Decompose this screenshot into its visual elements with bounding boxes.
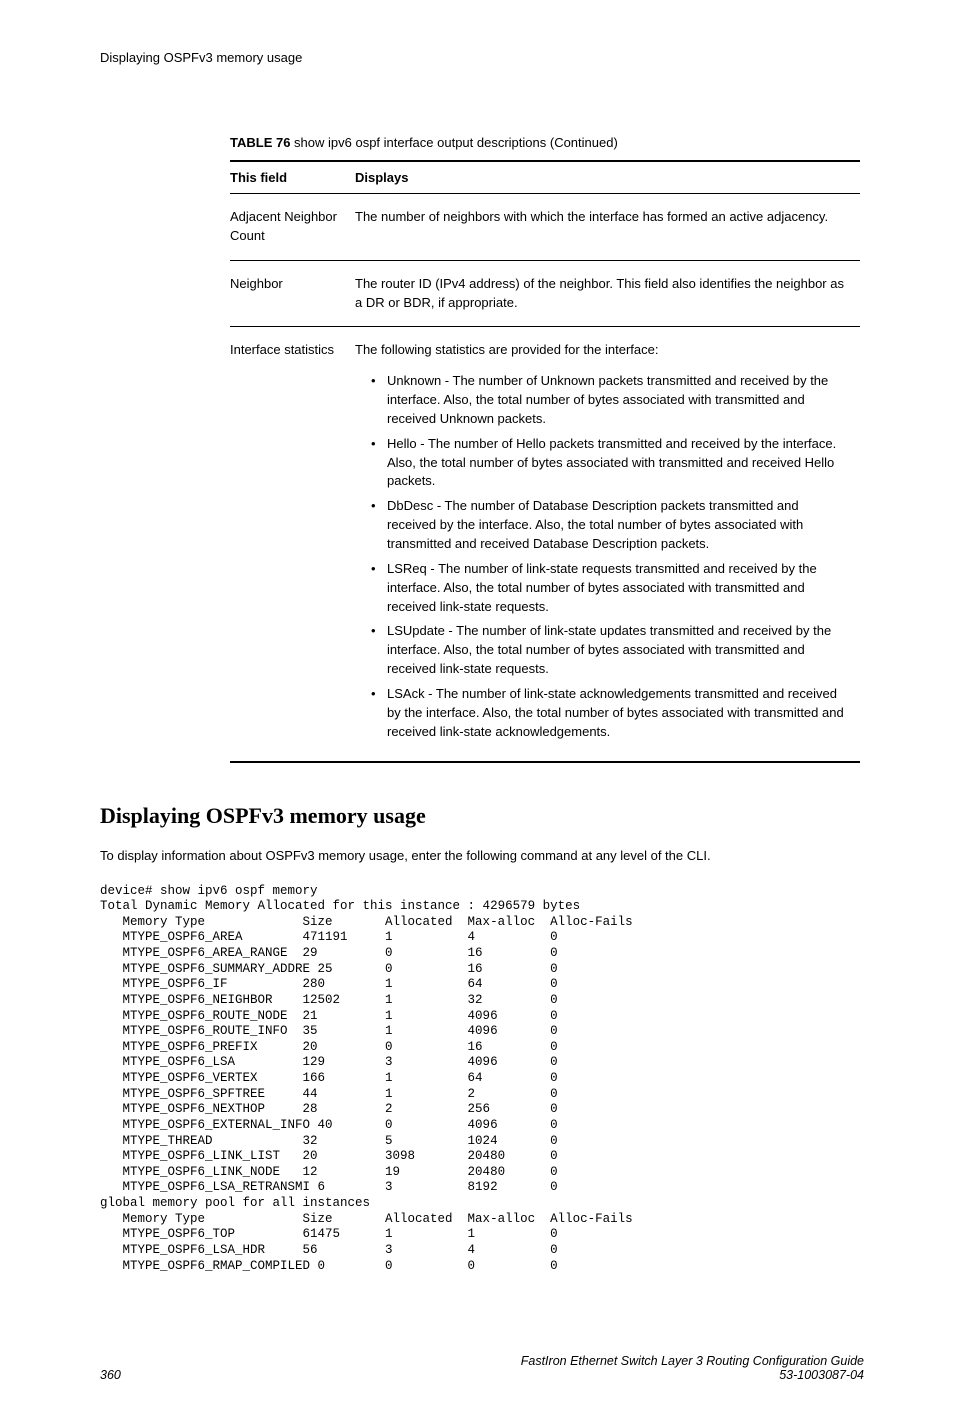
table-row: Adjacent Neighbor Count The number of ne…	[230, 194, 860, 261]
page-header-title: Displaying OSPFv3 memory usage	[100, 50, 864, 65]
table-caption-text: show ipv6 ospf interface output descript…	[290, 135, 617, 150]
table-cell-field: Neighbor	[230, 260, 355, 327]
table-caption-label: TABLE 76	[230, 135, 290, 150]
page-footer: 360 FastIron Ethernet Switch Layer 3 Rou…	[100, 1354, 864, 1382]
list-item: LSAck - The number of link-state acknowl…	[371, 685, 850, 742]
page-number: 360	[100, 1368, 121, 1382]
table-row: Interface statistics The following stati…	[230, 327, 860, 763]
list-item: LSReq - The number of link-state request…	[371, 560, 850, 617]
section-heading: Displaying OSPFv3 memory usage	[100, 803, 864, 829]
list-item: DbDesc - The number of Database Descript…	[371, 497, 850, 554]
table-cell-field: Adjacent Neighbor Count	[230, 194, 355, 261]
stats-intro: The following statistics are provided fo…	[355, 342, 658, 357]
table-row: Neighbor The router ID (IPv4 address) of…	[230, 260, 860, 327]
table-cell-desc: The router ID (IPv4 address) of the neig…	[355, 260, 860, 327]
table-caption: TABLE 76 show ipv6 ospf interface output…	[230, 135, 864, 150]
list-item: Hello - The number of Hello packets tran…	[371, 435, 850, 492]
list-item: Unknown - The number of Unknown packets …	[371, 372, 850, 429]
table-header-displays: Displays	[355, 161, 860, 194]
table-cell-field: Interface statistics	[230, 327, 355, 763]
footer-doc-number: 53-1003087-04	[521, 1368, 864, 1382]
list-item: LSUpdate - The number of link-state upda…	[371, 622, 850, 679]
footer-doc-info: FastIron Ethernet Switch Layer 3 Routing…	[521, 1354, 864, 1382]
footer-doc-title: FastIron Ethernet Switch Layer 3 Routing…	[521, 1354, 864, 1368]
cli-output: device# show ipv6 ospf memory Total Dyna…	[100, 884, 864, 1275]
table-cell-desc: The number of neighbors with which the i…	[355, 194, 860, 261]
table-header-field: This field	[230, 161, 355, 194]
stats-list: Unknown - The number of Unknown packets …	[355, 372, 850, 741]
field-descriptions-table: This field Displays Adjacent Neighbor Co…	[230, 160, 860, 763]
section-intro: To display information about OSPFv3 memo…	[100, 847, 864, 865]
table-cell-desc: The following statistics are provided fo…	[355, 327, 860, 763]
